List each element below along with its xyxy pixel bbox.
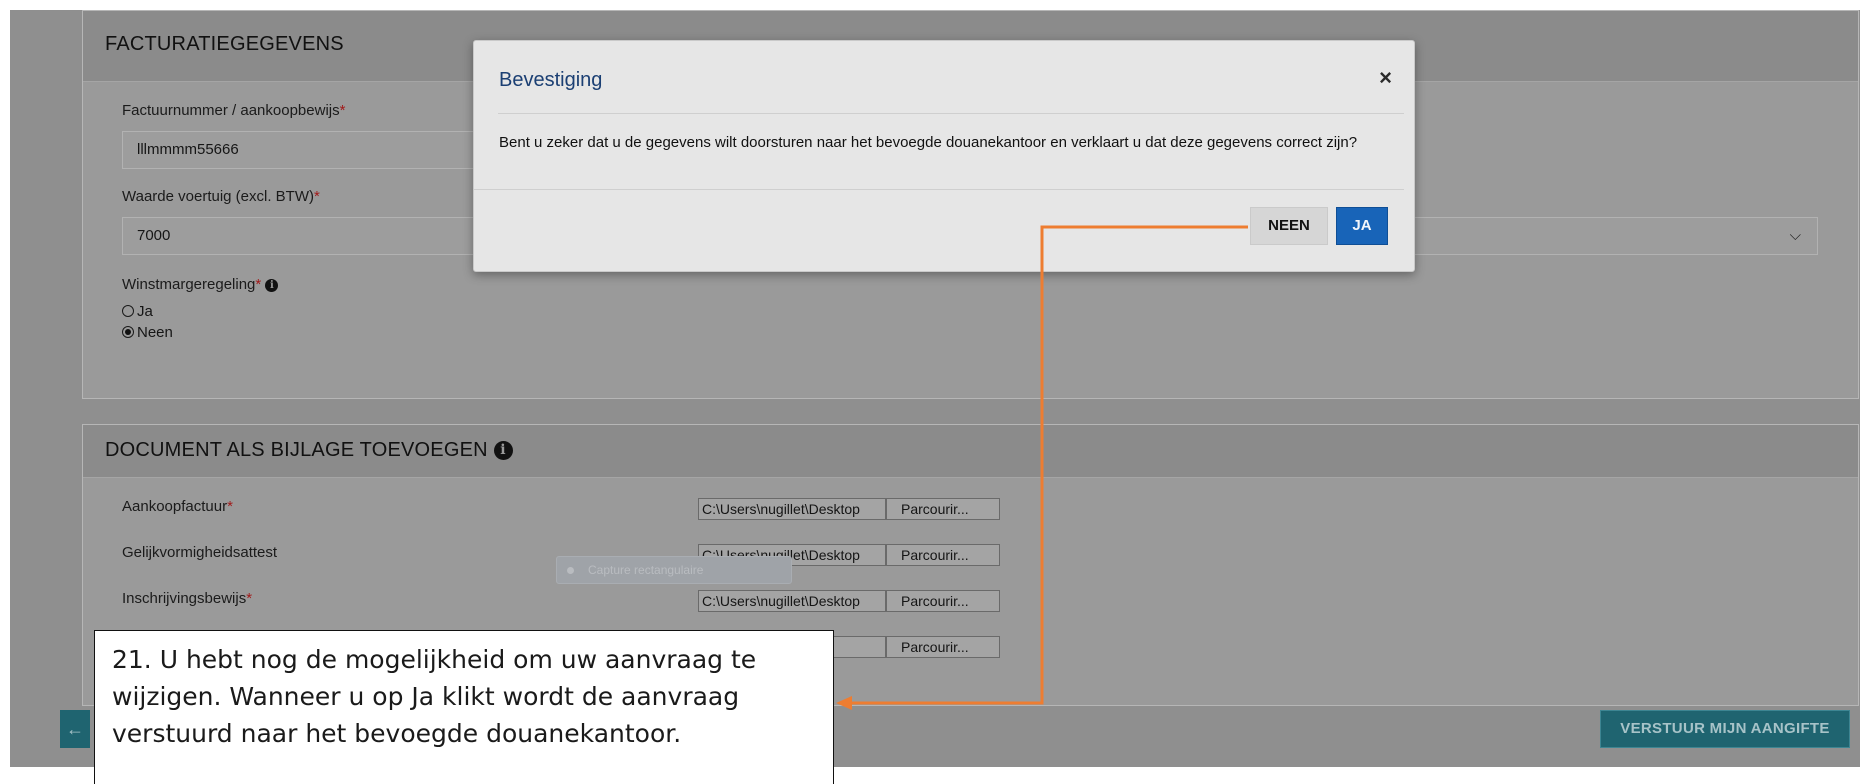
no-button[interactable]: NEEN <box>1250 207 1328 245</box>
attachment-label: Aankoopfactuur* <box>122 498 233 515</box>
modal-message: Bent u zeker dat u de gegevens wilt door… <box>499 134 1358 151</box>
margin-scheme-label: Winstmargeregeling* i <box>122 276 279 293</box>
chevron-down-icon: ⌵ <box>1789 227 1801 244</box>
browse-button[interactable]: Parcourir... <box>886 544 1000 566</box>
radio-option-neen[interactable]: Neen <box>122 323 173 343</box>
radio-label: Ja <box>137 303 153 320</box>
browse-button[interactable]: Parcourir... <box>886 498 1000 520</box>
back-button[interactable]: ← <box>60 710 90 748</box>
arrow-left-icon: ← <box>66 719 84 739</box>
capture-tool-overlay: Capture rectangulaire <box>556 556 792 584</box>
attachments-card-header: DOCUMENT ALS BIJLAGE TOEVOEGEN i <box>83 425 1858 478</box>
radio-button[interactable] <box>122 305 134 317</box>
confirmation-modal: Bevestiging × Bent u zeker dat u de gege… <box>473 40 1415 272</box>
close-icon[interactable]: × <box>1379 65 1392 91</box>
instruction-callout: 21. U hebt nog de mogelijkheid om uw aan… <box>94 630 834 784</box>
info-icon[interactable]: i <box>493 441 513 460</box>
radio-label: Neen <box>137 324 173 341</box>
modal-divider <box>474 189 1404 190</box>
callout-text: 21. U hebt nog de mogelijkheid om uw aan… <box>112 645 757 748</box>
attachments-section-title: DOCUMENT ALS BIJLAGE TOEVOEGEN i <box>105 439 513 462</box>
invoice-number-input[interactable]: lllmmmm55666 <box>122 131 482 169</box>
submit-declaration-button[interactable]: VERSTUUR MIJN AANGIFTE <box>1600 710 1850 748</box>
file-path-input[interactable]: C:\Users\nugillet\Desktop <box>698 590 886 612</box>
file-field: C:\Users\nugillet\Desktop Parcourir... <box>698 498 1002 520</box>
browse-button[interactable]: Parcourir... <box>886 590 1000 612</box>
file-field: C:\Users\nugillet\Desktop Parcourir... <box>698 590 1002 612</box>
vehicle-select[interactable]: ⌵ <box>1400 217 1818 255</box>
record-icon <box>567 567 574 574</box>
vehicle-value-label: Waarde voertuig (excl. BTW)* <box>122 188 320 205</box>
invoice-number-label: Factuurnummer / aankoopbewijs* <box>122 102 346 119</box>
file-path-input[interactable]: C:\Users\nugillet\Desktop <box>698 498 886 520</box>
yes-button[interactable]: JA <box>1336 207 1388 245</box>
attachment-label: Gelijkvormigheidsattest <box>122 544 278 561</box>
attachment-label: Inschrijvingsbewijs* <box>122 590 253 607</box>
radio-option-ja[interactable]: Ja <box>122 302 153 322</box>
invoice-section-title: FACTURATIEGEGEVENS <box>105 33 344 55</box>
modal-title: Bevestiging <box>499 69 603 91</box>
radio-button-checked[interactable] <box>122 326 134 338</box>
modal-divider <box>498 113 1404 114</box>
info-icon[interactable]: i <box>265 279 279 292</box>
vehicle-value-input[interactable]: 7000 <box>122 217 482 255</box>
browse-button[interactable]: Parcourir... <box>886 636 1000 658</box>
